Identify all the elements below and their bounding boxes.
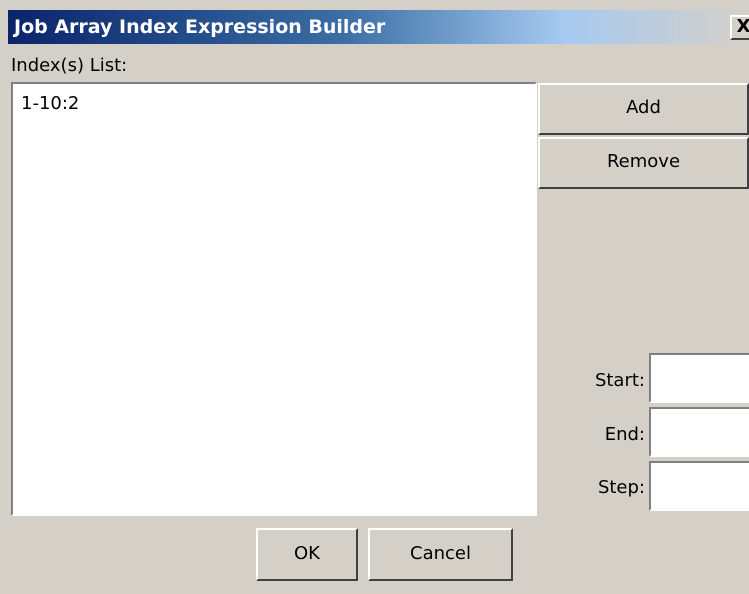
index-list[interactable]: 1-10:2 <box>11 82 537 516</box>
remove-button[interactable]: Remove <box>538 137 749 189</box>
start-field[interactable] <box>649 353 749 403</box>
step-field[interactable] <box>649 461 749 511</box>
end-field[interactable] <box>649 407 749 457</box>
start-label: Start: <box>594 370 645 391</box>
end-label: End: <box>604 424 645 445</box>
close-icon[interactable]: X <box>730 15 749 40</box>
list-item[interactable]: 1-10:2 <box>21 93 79 115</box>
cancel-button[interactable]: Cancel <box>368 528 513 581</box>
step-label: Step: <box>597 477 645 498</box>
window-title: Job Array Index Expression Builder <box>14 16 386 38</box>
title-bar[interactable]: Job Array Index Expression Builder X <box>8 10 749 44</box>
index-list-label: Index(s) List: <box>11 55 128 76</box>
add-button[interactable]: Add <box>538 83 749 135</box>
dialog-window: Job Array Index Expression Builder X Ind… <box>0 0 749 594</box>
ok-button[interactable]: OK <box>256 528 358 581</box>
